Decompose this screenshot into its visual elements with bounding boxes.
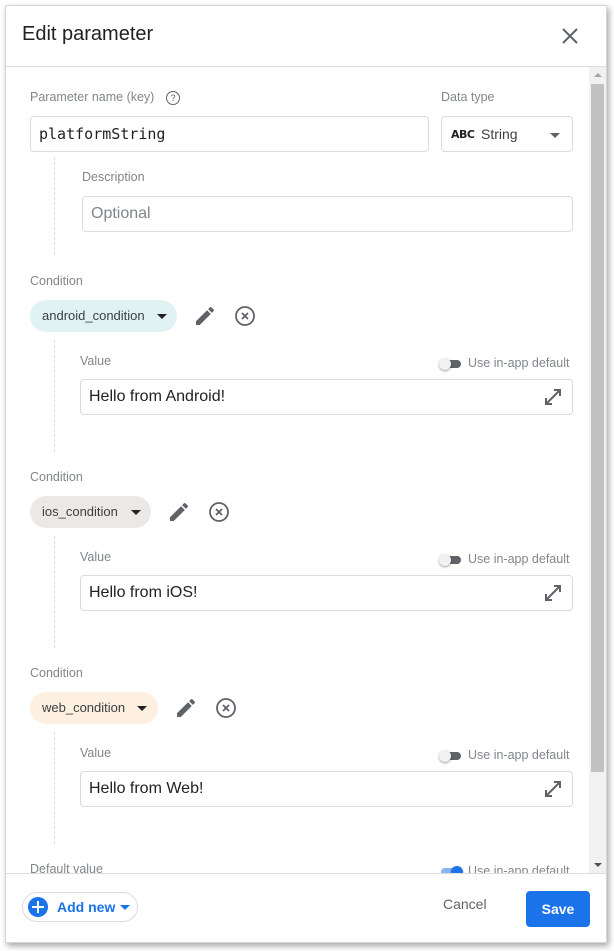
condition-chip-label: web_condition [42, 700, 126, 715]
save-button[interactable]: Save [526, 891, 590, 927]
condition-chip-ios[interactable]: ios_condition [30, 496, 151, 528]
condition-value: Hello from Android! [89, 388, 226, 405]
use-in-app-default-toggle[interactable] [439, 553, 463, 567]
dialog-header: Edit parameter [6, 6, 606, 67]
condition-chip-android[interactable]: android_condition [30, 300, 177, 332]
close-button[interactable] [559, 25, 581, 47]
pencil-icon [177, 698, 196, 717]
tree-connector [54, 157, 55, 255]
condition-chip-label: android_condition [42, 308, 145, 323]
remove-condition-button[interactable] [214, 696, 238, 720]
use-in-app-default-label: Use in-app default [468, 356, 570, 370]
condition-chip-label: ios_condition [42, 504, 118, 519]
abc-type-icon: ABC [451, 128, 475, 141]
expand-icon[interactable] [543, 583, 563, 603]
help-circle-icon[interactable]: ? [166, 91, 180, 105]
use-in-app-default-label: Use in-app default [468, 748, 570, 762]
chevron-down-icon [137, 706, 147, 711]
dialog-body: Parameter name (key) ? Data type platfor… [6, 67, 606, 873]
use-in-app-default-label: Use in-app default [468, 552, 570, 566]
scrollbar-thumb[interactable] [591, 84, 604, 772]
condition-label: Condition [30, 470, 83, 484]
cancel-circle-icon [209, 502, 229, 522]
cancel-circle-icon [235, 306, 255, 326]
chevron-down-icon [131, 510, 141, 515]
tree-connector [54, 536, 55, 648]
edit-condition-button[interactable] [167, 500, 191, 524]
remove-condition-button[interactable] [233, 304, 257, 328]
use-in-app-default-toggle[interactable] [439, 357, 463, 371]
use-in-app-default-toggle[interactable] [439, 749, 463, 763]
default-use-in-app-toggle[interactable] [439, 865, 463, 873]
parameter-name-value: platformString [39, 125, 166, 143]
parameter-name-label: Parameter name (key) [30, 90, 155, 104]
description-label: Description [82, 170, 145, 184]
parameter-name-input[interactable]: platformString [30, 116, 429, 152]
pencil-icon [170, 502, 189, 521]
add-circle-icon [28, 897, 48, 917]
edit-parameter-dialog: Edit parameter Parameter name (key) ? Da… [5, 5, 607, 943]
data-type-select[interactable]: ABC String [441, 116, 573, 152]
condition-value: Hello from iOS! [89, 584, 198, 601]
data-type-label: Data type [441, 90, 495, 104]
tree-connector [54, 732, 55, 844]
remove-condition-button[interactable] [207, 500, 231, 524]
chevron-down-icon [120, 905, 130, 910]
value-label: Value [80, 746, 112, 760]
add-new-button[interactable]: Add new [22, 892, 138, 922]
condition-label: Condition [30, 274, 83, 288]
chevron-down-icon [157, 314, 167, 319]
default-value-label: Default value [30, 862, 103, 873]
condition-value-input[interactable]: Hello from iOS! [80, 575, 573, 611]
add-new-label: Add new [57, 899, 116, 915]
data-type-value: String [481, 126, 518, 142]
condition-label: Condition [30, 666, 83, 680]
description-placeholder: Optional [91, 205, 151, 222]
value-label: Value [80, 550, 112, 564]
default-use-in-app-label: Use in-app default [468, 864, 570, 873]
close-icon [562, 28, 578, 44]
scroll-down-arrow-icon[interactable] [589, 856, 606, 873]
description-input[interactable]: Optional [82, 196, 573, 232]
cancel-circle-icon [216, 698, 236, 718]
edit-condition-button[interactable] [193, 304, 217, 328]
edit-condition-button[interactable] [174, 696, 198, 720]
expand-icon[interactable] [543, 779, 563, 799]
dialog-footer: Add new Cancel Save [6, 873, 606, 943]
condition-value: Hello from Web! [89, 780, 204, 797]
value-label: Value [80, 354, 112, 368]
condition-value-input[interactable]: Hello from Web! [80, 771, 573, 807]
cancel-button[interactable]: Cancel [443, 896, 487, 912]
expand-icon[interactable] [543, 387, 563, 407]
condition-value-input[interactable]: Hello from Android! [80, 379, 573, 415]
tree-connector [54, 340, 55, 452]
pencil-icon [196, 306, 215, 325]
scrollbar[interactable] [589, 67, 606, 873]
chevron-down-icon [550, 133, 560, 138]
condition-chip-web[interactable]: web_condition [30, 692, 158, 724]
dialog-title: Edit parameter [22, 23, 154, 45]
scroll-up-arrow-icon[interactable] [589, 67, 606, 84]
